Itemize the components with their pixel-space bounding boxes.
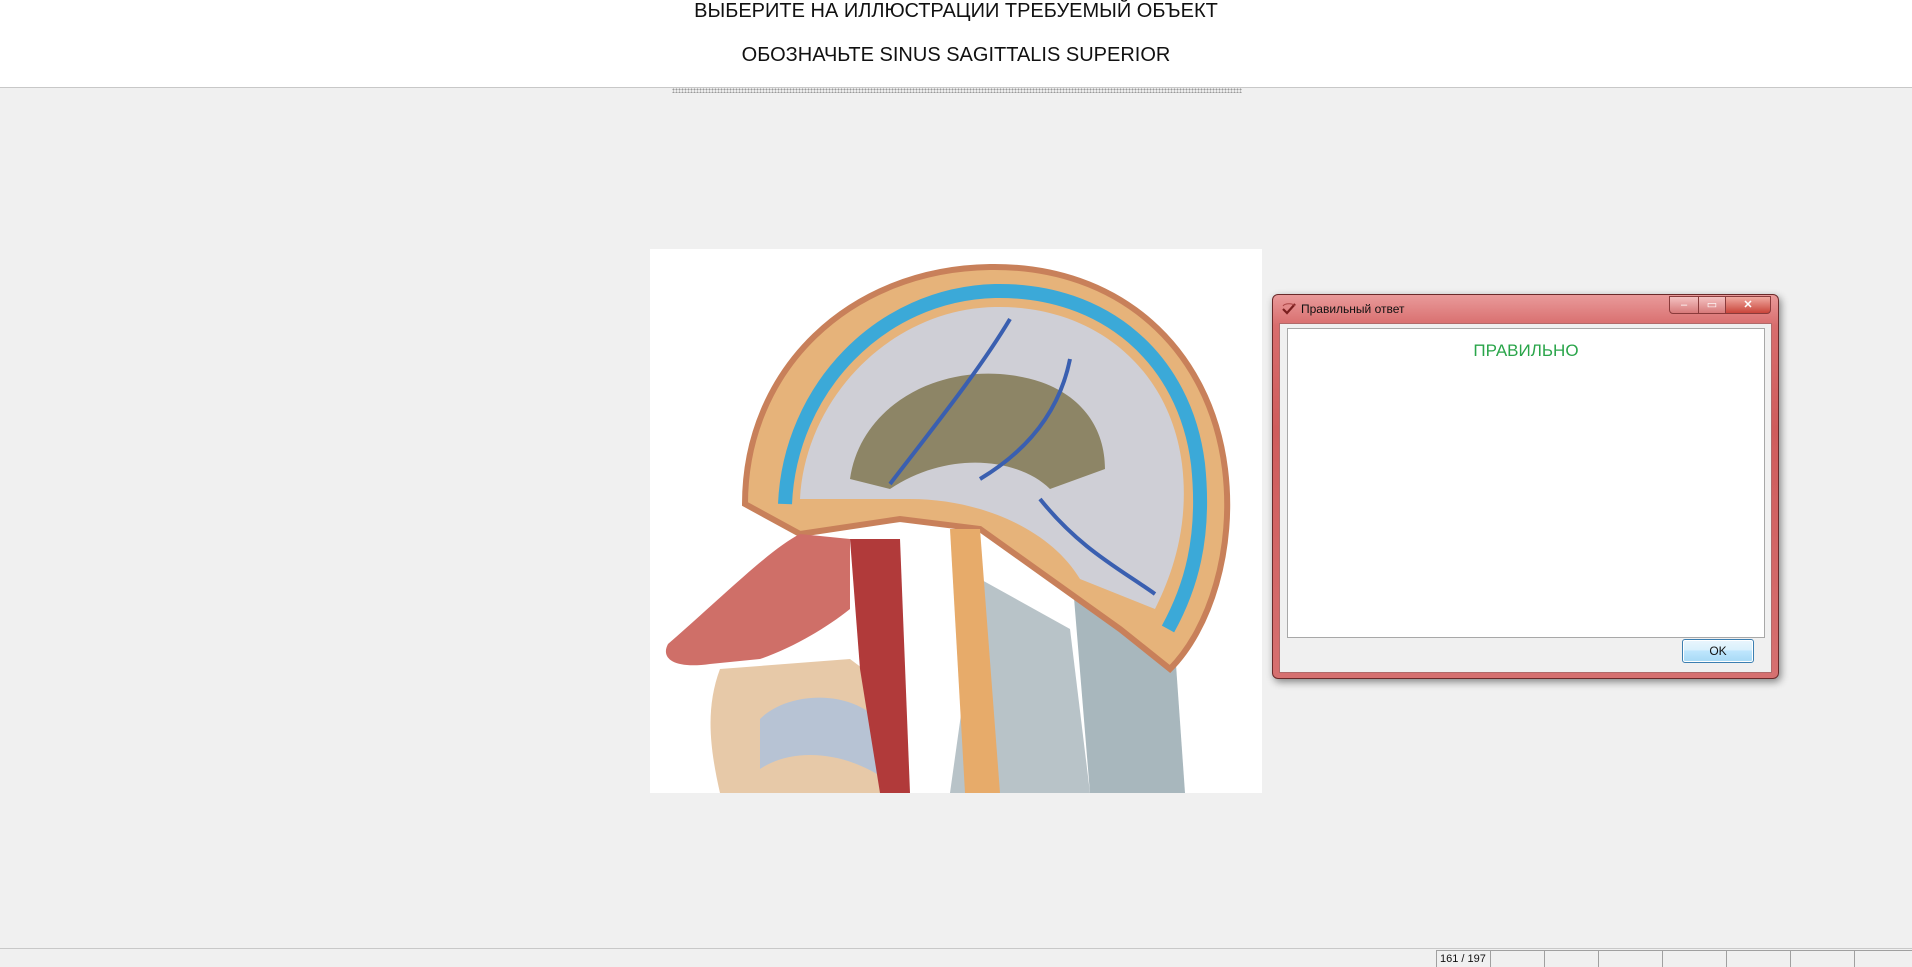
- status-cell: [1662, 950, 1726, 967]
- status-cell: [1854, 950, 1912, 967]
- answer-panel: ПРАВИЛЬНО: [1287, 328, 1765, 638]
- close-button[interactable]: ✕: [1725, 296, 1771, 314]
- task-text: ОБОЗНАЧЬТЕ SINUS SAGITTALIS SUPERIOR: [741, 44, 1171, 66]
- anatomy-illustration[interactable]: [650, 249, 1262, 793]
- minimize-button[interactable]: –: [1669, 296, 1699, 314]
- dialog-body: ПРАВИЛЬНО OK: [1279, 323, 1772, 673]
- task-header: ВЫБЕРИТЕ НА ИЛЛЮСТРАЦИИ ТРЕБУЕМЫЙ ОБЪЕКТ…: [0, 0, 1912, 88]
- splitter-grip[interactable]: [672, 88, 1242, 93]
- status-cell: [1726, 950, 1790, 967]
- answer-text: ПРАВИЛЬНО: [1473, 341, 1579, 360]
- status-cell: [1544, 950, 1598, 967]
- status-cell: [1490, 950, 1544, 967]
- status-cell: [1598, 950, 1662, 967]
- instruction-text: ВЫБЕРИТЕ НА ИЛЛЮСТРАЦИИ ТРЕБУЕМЫЙ ОБЪЕКТ: [694, 0, 1218, 22]
- ok-button[interactable]: OK: [1682, 639, 1754, 663]
- status-bar: 161 / 197: [0, 948, 1912, 967]
- status-cell: [1790, 950, 1854, 967]
- maximize-button[interactable]: ▭: [1698, 296, 1726, 314]
- correct-answer-dialog: Правильный ответ – ▭ ✕ ПРАВИЛЬНО OK: [1272, 294, 1779, 679]
- head-section-image[interactable]: [650, 249, 1262, 793]
- question-counter: 161 / 197: [1436, 950, 1490, 967]
- dialog-title: Правильный ответ: [1301, 302, 1405, 316]
- checkmark-icon: [1282, 303, 1296, 315]
- nose-region: [665, 534, 850, 666]
